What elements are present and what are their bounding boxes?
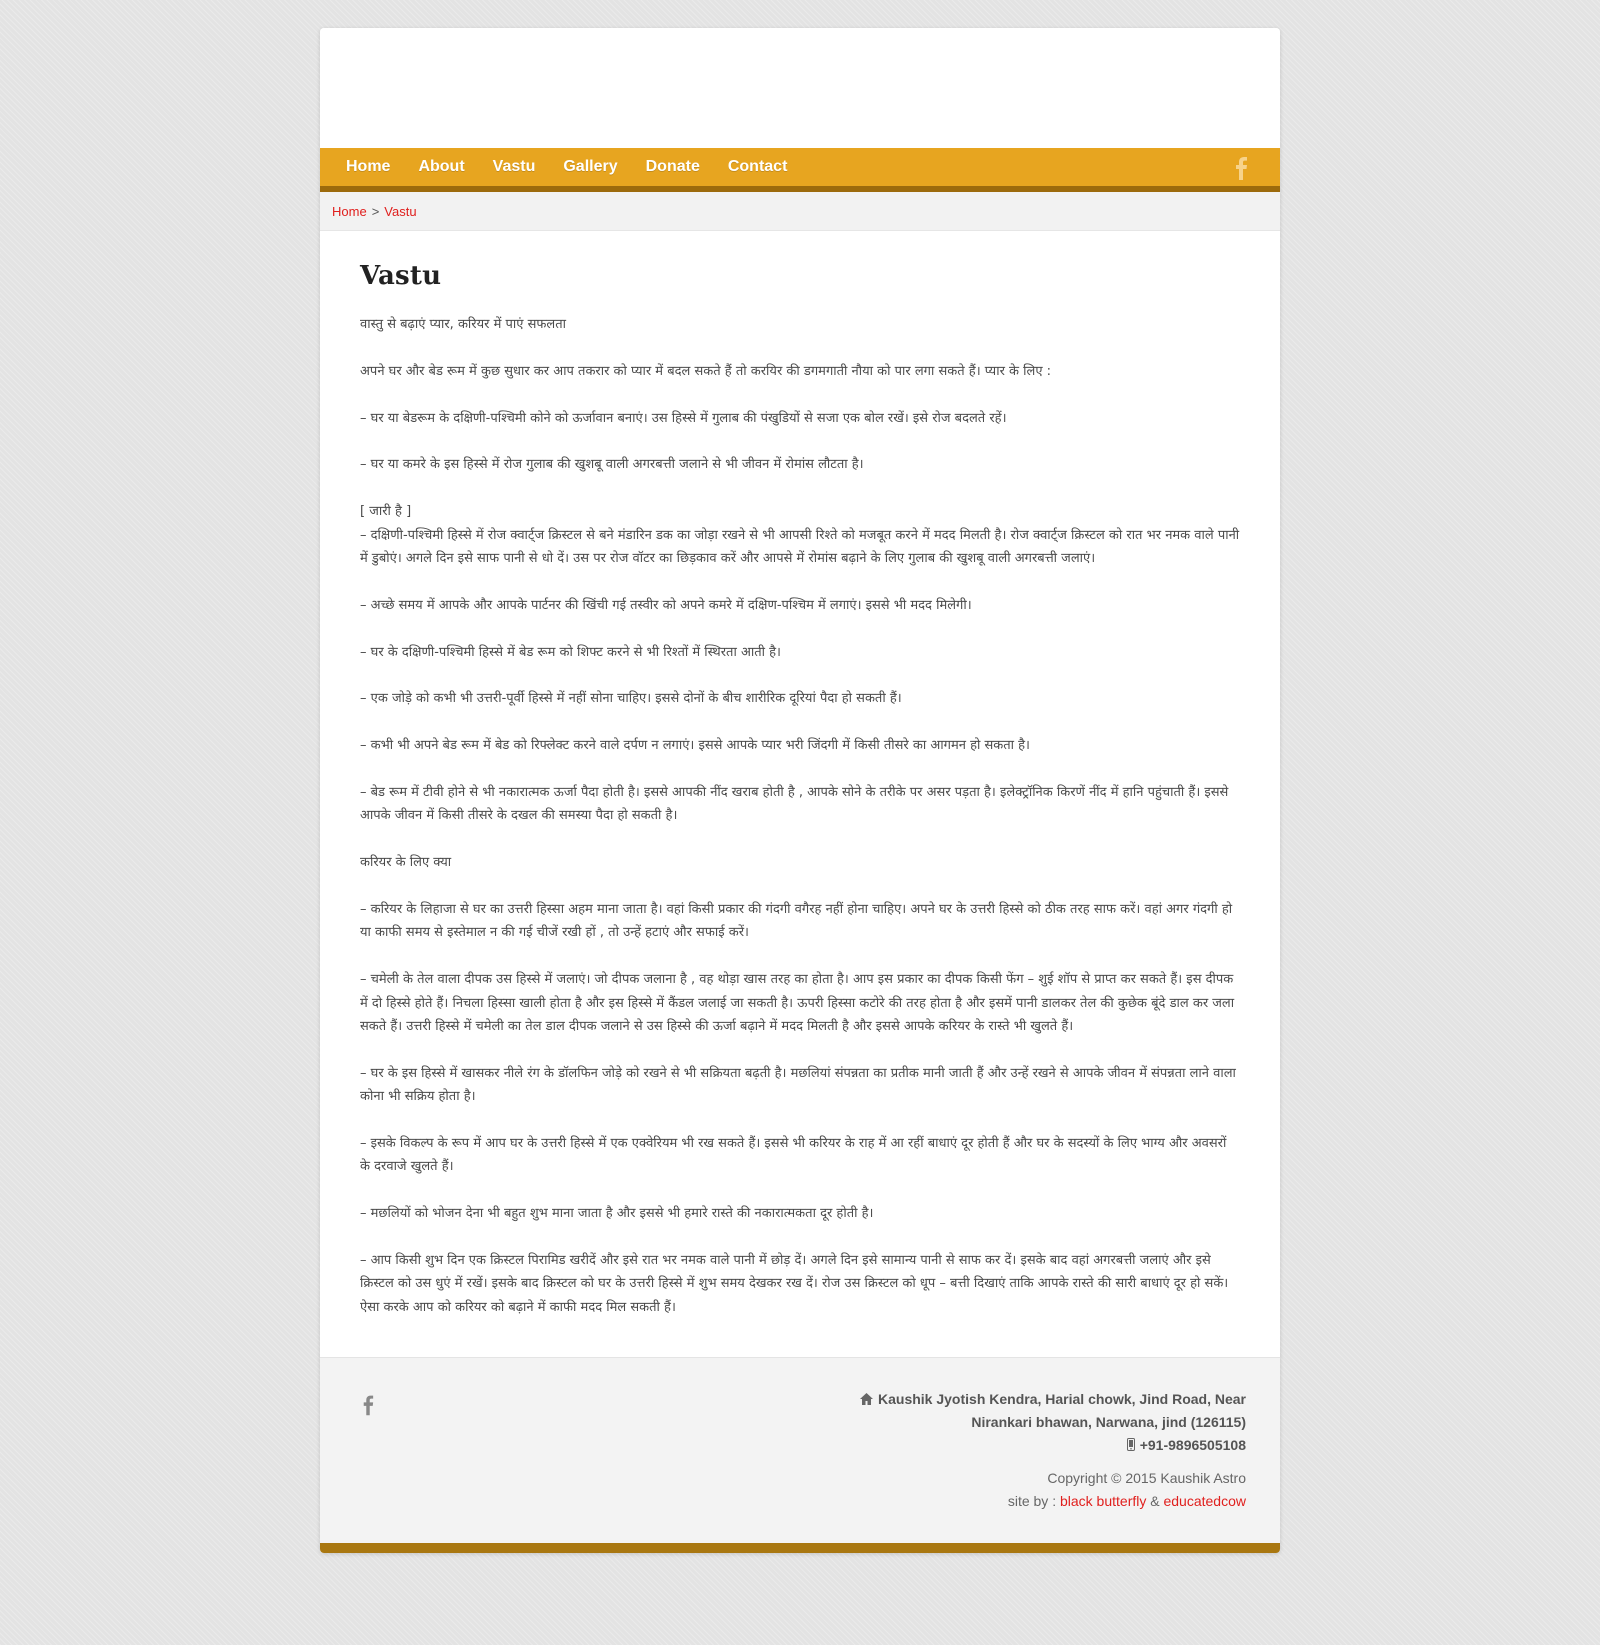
content-paragraph: – घर के दक्षिणी-पश्चिमी हिस्से में बेड र… bbox=[360, 644, 781, 660]
content-paragraph: – करियर के लिहाजा से घर का उत्तरी हिस्सा… bbox=[360, 901, 1233, 941]
phone-number: +91-9896505108 bbox=[1139, 1437, 1246, 1454]
main-nav: Home About Vastu Gallery Donate Contact bbox=[320, 148, 1280, 192]
content-paragraph: – कभी भी अपने बेड रूम में बेड को रिफ्लेक… bbox=[360, 738, 1030, 754]
content-paragraph: अपने घर और बेड रूम में कुछ सुधार कर आप त… bbox=[360, 363, 1052, 379]
content-paragraph: वास्तु से बढ़ाएं प्यार, करियर में पाएं स… bbox=[360, 317, 566, 332]
credit-link-black-butterfly[interactable]: black butterfly bbox=[1060, 1493, 1146, 1509]
page-container: Home About Vastu Gallery Donate Contact … bbox=[320, 28, 1280, 1554]
content-paragraph: – एक जोड़े को कभी भी उत्तरी-पूर्वी हिस्स… bbox=[360, 691, 902, 707]
mobile-phone-icon bbox=[1126, 1438, 1135, 1452]
breadcrumb-home-link[interactable]: Home bbox=[332, 204, 367, 219]
content-paragraph: – घर या बेडरूम के दक्षिणी-पश्चिमी कोने क… bbox=[360, 410, 1007, 426]
credit-separator: & bbox=[1150, 1493, 1160, 1510]
nav-item-donate[interactable]: Donate bbox=[632, 158, 714, 176]
footer-phone: +91-9896505108 bbox=[860, 1434, 1246, 1457]
site-credits: site by : black butterfly & educatedcow bbox=[860, 1490, 1246, 1513]
nav-item-home[interactable]: Home bbox=[332, 158, 404, 176]
breadcrumb-current-link[interactable]: Vastu bbox=[384, 204, 416, 219]
page-title: Vastu bbox=[360, 261, 442, 291]
content-paragraph: – आप किसी शुभ दिन एक क्रिस्टल पिरामिड खर… bbox=[360, 1253, 1229, 1315]
site-by-label: site by : bbox=[1007, 1493, 1057, 1510]
content-paragraph: – घर के इस हिस्से में खासकर नीले रंग के … bbox=[360, 1065, 1236, 1105]
home-icon bbox=[860, 1393, 873, 1406]
footer-address-line2: Nirankari bhawan, Narwana, jind (126115) bbox=[971, 1414, 1246, 1431]
content-paragraph: – अच्छे समय में आपके और आपके पार्टनर की … bbox=[360, 597, 972, 613]
footer-contact: Kaushik Jyotish Kendra, Harial chowk, Ji… bbox=[860, 1388, 1246, 1513]
breadcrumb-separator: > bbox=[371, 203, 380, 219]
site-header bbox=[320, 28, 1280, 148]
copyright-text: Copyright © 2015 Kaushik Astro bbox=[1047, 1470, 1246, 1487]
content-paragraph: – चमेली के तेल वाला दीपक उस हिस्से में ज… bbox=[360, 972, 1235, 1034]
credit-link-educatedcow[interactable]: educatedcow bbox=[1163, 1493, 1246, 1509]
breadcrumb: Home > Vastu bbox=[320, 192, 1280, 231]
content-paragraph: – बेड रूम में टीवी होने से भी नकारात्मक … bbox=[360, 784, 1229, 824]
facebook-icon[interactable] bbox=[362, 1394, 374, 1416]
content-paragraph: – मछलियों को भोजन देना भी बहुत शुभ माना … bbox=[360, 1206, 874, 1222]
footer-address-line1: Kaushik Jyotish Kendra, Harial chowk, Ji… bbox=[860, 1388, 1246, 1411]
main-content: Vastu वास्तु से बढ़ाएं प्यार, करियर में … bbox=[320, 231, 1280, 1357]
content-paragraph: – इसके विकल्प के रूप में आप घर के उत्तरी… bbox=[360, 1136, 1227, 1175]
nav-item-contact[interactable]: Contact bbox=[714, 158, 802, 176]
section-heading-career: करियर के लिए क्या bbox=[360, 855, 452, 871]
site-footer: Kaushik Jyotish Kendra, Harial chowk, Ji… bbox=[320, 1357, 1280, 1554]
facebook-icon[interactable] bbox=[1234, 156, 1248, 180]
nav-item-about[interactable]: About bbox=[404, 158, 478, 176]
content-paragraph: [ जारी है ] – दक्षिणी-पश्चिमी हिस्से में… bbox=[360, 504, 1240, 566]
address-line1-text: Kaushik Jyotish Kendra, Harial chowk, Ji… bbox=[878, 1391, 1246, 1408]
nav-item-gallery[interactable]: Gallery bbox=[549, 158, 631, 176]
nav-item-vastu[interactable]: Vastu bbox=[479, 158, 550, 176]
content-paragraph: – घर या कमरे के इस हिस्से में रोज गुलाब … bbox=[360, 457, 864, 473]
